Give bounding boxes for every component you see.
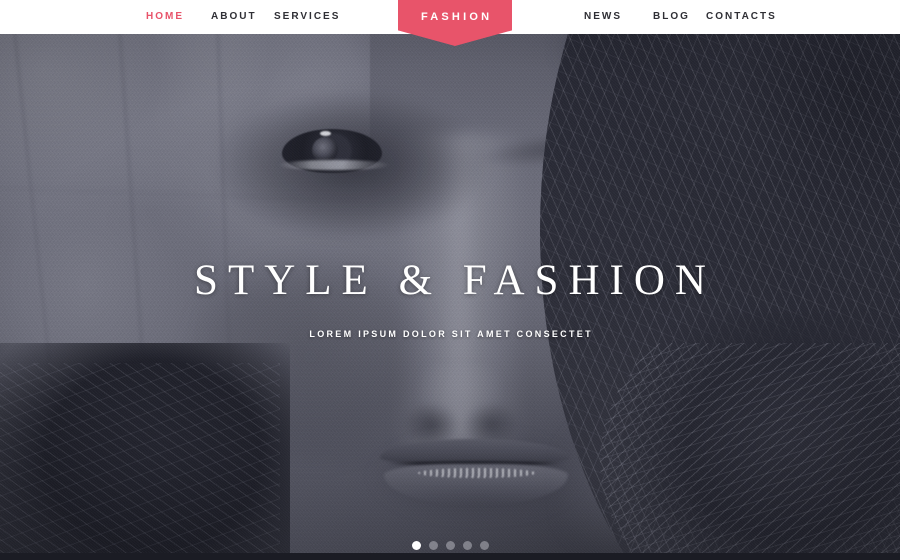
- nav-item-about[interactable]: ABOUT: [211, 11, 257, 22]
- badge-pennant-shape: [398, 0, 512, 46]
- hero-slider: STYLE & FASHION LOREM IPSUM DOLOR SIT AM…: [0, 34, 900, 553]
- hero-caption: STYLE & FASHION LOREM IPSUM DOLOR SIT AM…: [0, 256, 900, 340]
- nav-item-contacts[interactable]: CONTACTS: [706, 11, 777, 22]
- fashion-landing-page: STYLE & FASHION LOREM IPSUM DOLOR SIT AM…: [0, 0, 900, 560]
- nav-item-services[interactable]: SERVICES: [274, 11, 340, 22]
- nav-item-blog[interactable]: BLOG: [653, 11, 690, 22]
- page-bottom-strip: [0, 553, 900, 560]
- brand-logo-badge[interactable]: FASHION: [398, 0, 512, 46]
- carousel-dot-1[interactable]: [411, 541, 421, 550]
- carousel-pagination: [0, 541, 900, 550]
- carousel-dot-2[interactable]: [428, 541, 438, 550]
- carousel-dot-3[interactable]: [445, 541, 455, 550]
- hero-subtitle: LOREM IPSUM DOLOR SIT AMET CONSECTET: [309, 329, 593, 339]
- nav-item-home[interactable]: HOME: [146, 11, 184, 22]
- carousel-dot-4[interactable]: [462, 541, 472, 550]
- nav-item-news[interactable]: NEWS: [584, 11, 622, 22]
- brand-logo-label: FASHION: [420, 11, 493, 23]
- hero-title: STYLE & FASHION: [194, 257, 716, 304]
- carousel-dot-5[interactable]: [479, 541, 489, 550]
